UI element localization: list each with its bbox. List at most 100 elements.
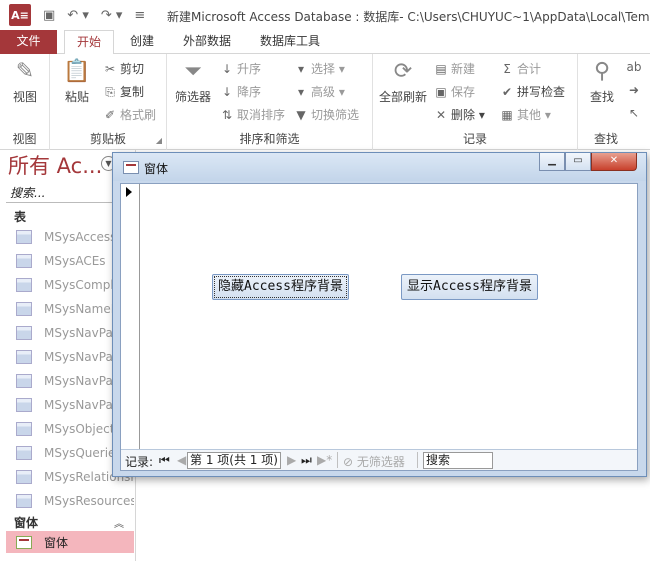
table-icon [16,302,32,316]
maximize-button[interactable]: ▭ [565,153,591,171]
prev-record-icon[interactable]: ◀ [177,453,186,467]
table-icon [16,350,32,364]
copy-icon: ⎘ [105,85,115,99]
save-record-button[interactable]: ▣ 保存 [433,83,475,100]
separator [337,452,338,468]
nav-table-item[interactable]: MSysResources [16,490,134,512]
remove-sort-button[interactable]: ⇅ 取消排序 [219,106,285,123]
separator [417,452,418,468]
tab-create[interactable]: 创建 [118,30,166,54]
form-title-bar[interactable]: 窗体 ▁ ▭ ✕ [113,153,646,181]
group-clipboard-label: 剪贴板 [89,132,126,146]
record-nav-label: 记录: [125,455,154,469]
group-find-label: 查找 [593,132,618,146]
access-logo-icon: A≡ [9,4,31,26]
remove-sort-icon: ⇅ [221,108,233,122]
title-bar: A≡ ▣ ↶ ▾ ↷ ▾ ≡ 新建Microsoft Access Databa… [0,0,650,30]
paste-icon: 📋 [63,59,91,84]
tab-home[interactable]: 开始 [64,30,115,55]
tab-database-tools[interactable]: 数据库工具 [248,30,332,54]
more-icon: ▦ [501,108,513,122]
form-body: 隐藏Access程序背景 显示Access程序背景 记录: ⏮ ◀ 第 1 项(… [120,183,638,471]
refresh-all-button[interactable]: ⟳ 全部刷新 [377,58,429,105]
record-selector[interactable] [121,184,140,449]
totals-button[interactable]: Σ 合计 [499,60,541,77]
filter-button[interactable]: ⏷ 筛选器 [171,58,215,105]
nav-form-item[interactable]: 窗体 [6,531,134,553]
new-record-nav-icon[interactable]: ▶* [317,453,332,467]
tab-file[interactable]: 文件 [0,30,57,54]
toggle-filter-icon: ▼ [296,108,306,122]
select-button[interactable]: ↖ [626,106,644,120]
advanced-dropdown[interactable]: ▾ 高级 ▾ [293,83,345,100]
tab-external-data[interactable]: 外部数据 [171,30,243,54]
table-icon [16,374,32,388]
hide-access-background-button[interactable]: 隐藏Access程序背景 [212,274,349,300]
view-button[interactable]: ✎ 视图 [7,58,43,105]
no-filter-icon: ⊘ [343,455,357,469]
nav-pane-title[interactable]: 所有 Ac... [8,150,102,180]
toggle-filter-button[interactable]: ▼ 切换筛选 [293,106,359,123]
replace-icon: ab [626,60,642,74]
show-access-background-button[interactable]: 显示Access程序背景 [401,274,538,300]
advanced-filter-icon: ▾ [297,85,305,99]
next-record-icon[interactable]: ▶ [287,453,296,467]
record-position-field[interactable]: 第 1 项(共 1 项) [187,452,281,469]
sort-descending-button[interactable]: ↓ 降序 [219,83,261,100]
paintbrush-icon: ✐ [104,108,116,122]
goto-arrow-icon: ➜ [628,83,640,97]
selection-filter-icon: ▾ [297,62,305,76]
customize-qat-icon[interactable]: ≡ [134,8,145,23]
no-filter-button[interactable]: ⊘ 无筛选器 [343,453,405,470]
group-clipboard: 📋 粘贴 ✂ 剪切 ⎘ 复制 ✐ 格式刷 剪贴板 ◢ [50,54,167,150]
record-search-input[interactable]: 搜索 [423,452,493,469]
first-record-icon[interactable]: ⏮ [159,453,170,468]
more-dropdown[interactable]: ▦ 其他 ▾ [499,106,551,123]
spelling-button[interactable]: ✔ 拼写检查 [499,83,565,100]
undo-icon[interactable]: ↶ ▾ [67,8,89,23]
table-icon [16,446,32,460]
group-find: ⚲ 查找 ab ➜ ↖ 查找 [578,54,650,150]
refresh-icon: ⟳ [393,59,413,84]
paste-button[interactable]: 📋 粘贴 [56,58,98,105]
format-painter-button[interactable]: ✐ 格式刷 [102,106,156,123]
close-button[interactable]: ✕ [591,153,637,171]
record-navigation-bar: 记录: ⏮ ◀ 第 1 项(共 1 项) ▶ ⏭ ▶* ⊘ 无筛选器 搜索 [121,449,637,470]
redo-icon[interactable]: ↷ ▾ [101,8,123,23]
dialog-launcher-icon[interactable]: ◢ [156,136,162,145]
selection-dropdown[interactable]: ▾ 选择 ▾ [293,60,345,77]
table-icon [16,422,32,436]
funnel-icon: ⏷ [184,59,202,84]
group-sort-filter-label: 排序和筛选 [239,132,300,146]
replace-button[interactable]: ab [626,60,644,74]
group-view-label: 视图 [12,132,37,146]
collapse-chevron-icon[interactable]: ︽ [114,515,124,530]
cut-button[interactable]: ✂ 剪切 [102,60,144,77]
sort-za-icon: ↓ [221,85,233,99]
table-icon [16,254,32,268]
save-icon[interactable]: ▣ [43,8,55,23]
ribbon: ✎ 视图 视图 📋 粘贴 ✂ 剪切 ⎘ 复制 ✐ 格式刷 剪贴板 ◢ ⏷ 筛选器 ↓ 升… [0,54,650,150]
save-record-icon: ▣ [435,85,447,99]
table-icon [16,326,32,340]
minimize-button[interactable]: ▁ [539,153,565,171]
copy-button[interactable]: ⎘ 复制 [102,83,144,100]
ribbon-tabs: 文件 开始 创建 外部数据 数据库工具 [0,30,650,55]
goto-button[interactable]: ➜ [626,83,644,97]
delete-button[interactable]: ✕ 删除 ▾ [433,106,485,123]
nav-section-tables[interactable]: 表 [14,208,26,225]
last-record-icon[interactable]: ⏭ [301,453,312,468]
group-records-label: 记录 [462,132,487,146]
sort-ascending-button[interactable]: ↓ 升序 [219,60,261,77]
new-record-button[interactable]: ▤ 新建 [433,60,475,77]
form-title: 窗体 [144,162,169,176]
find-button[interactable]: ⚲ 查找 [584,58,620,105]
table-icon [16,494,32,508]
table-icon [16,230,32,244]
delete-x-icon: ✕ [435,108,447,122]
nav-section-forms[interactable]: 窗体 [14,514,38,531]
new-record-icon: ▤ [435,62,447,76]
group-sort-filter: ⏷ 筛选器 ↓ 升序 ↓ 降序 ⇅ 取消排序 ▾ 选择 ▾ ▾ 高级 ▾ ▼ 切换筛选 排序… [167,54,373,150]
sort-az-icon: ↓ [221,62,233,76]
form-window: 窗体 ▁ ▭ ✕ 隐藏Access程序背景 显示Access程序背景 记录: ⏮… [112,152,647,477]
